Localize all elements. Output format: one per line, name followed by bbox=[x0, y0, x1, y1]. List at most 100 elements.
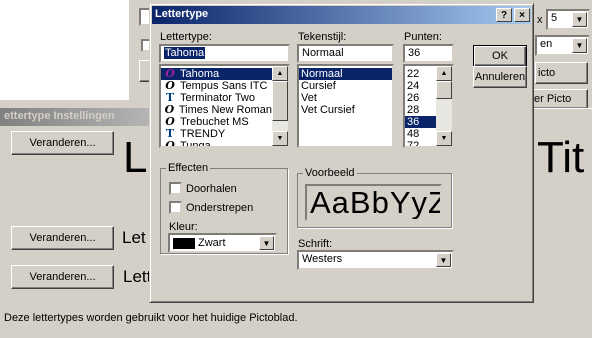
font-size-list[interactable]: 22 24 26 28 36 48 72 ▲ ▼ bbox=[403, 64, 454, 148]
strikeout-label: Doorhalen bbox=[186, 183, 237, 195]
script-value: Westers bbox=[302, 253, 343, 265]
font-list-item-label: TRENDY bbox=[180, 128, 226, 140]
subtitle-font-preview: Let bbox=[122, 228, 146, 247]
font-size-item[interactable]: 24 bbox=[405, 80, 436, 92]
scroll-down-icon[interactable]: ▼ bbox=[272, 131, 288, 146]
font-dialog-title: Lettertype bbox=[152, 6, 531, 24]
close-icon: × bbox=[519, 9, 525, 21]
scroll-up-icon[interactable]: ▲ bbox=[272, 66, 288, 81]
chevron-down-icon: ▼ bbox=[259, 236, 274, 250]
font-name-list[interactable]: O Tahoma O Tempus Sans ITC T Terminator Two O T… bbox=[159, 64, 290, 148]
close-button[interactable]: × bbox=[514, 8, 530, 22]
font-size-item[interactable]: 72 bbox=[405, 140, 436, 146]
font-name-input[interactable]: Tahoma bbox=[159, 44, 290, 63]
strikeout-checkbox[interactable] bbox=[169, 182, 182, 195]
font-list-item[interactable]: O Trebuchet MS bbox=[161, 116, 272, 128]
font-style-list[interactable]: Normaal Cursief Vet Vet Cursief bbox=[297, 64, 394, 148]
font-settings-title: ettertype Instellingen bbox=[0, 108, 150, 126]
font-size-item[interactable]: 48 bbox=[405, 128, 436, 140]
background-style-value: en bbox=[540, 38, 553, 50]
opentype-font-icon: O bbox=[165, 116, 175, 128]
change-button-label: Veranderen... bbox=[29, 137, 96, 149]
underline-label: Onderstrepen bbox=[186, 202, 254, 214]
change-subtitle-font-button[interactable]: Veranderen... bbox=[11, 226, 114, 250]
font-size-input[interactable]: 36 bbox=[403, 44, 454, 63]
font-list-scrollbar[interactable]: ▲ ▼ bbox=[272, 66, 288, 146]
sample-group-label: Voorbeeld bbox=[303, 167, 357, 179]
font-style-item[interactable]: Cursief bbox=[299, 80, 392, 92]
change-text-font-button[interactable]: Veranderen... bbox=[11, 265, 114, 289]
size-x-label: x bbox=[537, 14, 543, 26]
font-list-item[interactable]: O Tunga bbox=[161, 140, 272, 148]
font-list-item-label: Tahoma bbox=[180, 68, 220, 80]
script-label: Schrift: bbox=[298, 238, 333, 250]
color-value: Zwart bbox=[198, 237, 226, 249]
scroll-up-icon[interactable]: ▲ bbox=[436, 66, 452, 81]
color-swatch bbox=[173, 237, 195, 249]
font-list-item-label: Tunga bbox=[180, 140, 211, 148]
chevron-down-icon: ▼ bbox=[572, 12, 587, 27]
font-size-label: Punten: bbox=[404, 31, 442, 43]
ok-button[interactable]: OK bbox=[473, 45, 527, 67]
background-style-combo[interactable]: en ▼ bbox=[535, 35, 590, 56]
font-list-item-label: Times New Roman bbox=[178, 104, 272, 116]
scroll-down-icon[interactable]: ▼ bbox=[436, 131, 452, 146]
background-picto-button-2[interactable]: er Picto bbox=[531, 89, 588, 109]
font-size-item[interactable]: 36 bbox=[405, 116, 436, 128]
font-name-value: Tahoma bbox=[164, 47, 206, 59]
opentype-font-icon: O bbox=[165, 80, 175, 92]
scrollbar-thumb[interactable] bbox=[272, 81, 288, 121]
sample-text: AaBbYyZz bbox=[310, 184, 440, 220]
font-size-item[interactable]: 26 bbox=[405, 92, 436, 104]
font-style-item[interactable]: Vet bbox=[299, 92, 392, 104]
status-text: Deze lettertypes worden gebruikt voor he… bbox=[4, 312, 298, 324]
background-size-combo[interactable]: 5 ▼ bbox=[546, 9, 590, 30]
font-name-label: Lettertype: bbox=[160, 31, 212, 43]
change-button-label: Veranderen... bbox=[29, 271, 96, 283]
background-picto-button-label: icto bbox=[538, 67, 556, 79]
scrollbar-thumb[interactable] bbox=[436, 81, 452, 99]
sample-preview: AaBbYyZz bbox=[305, 184, 442, 221]
font-list-item-label: Trebuchet MS bbox=[180, 116, 249, 128]
cancel-button[interactable]: Annuleren bbox=[473, 66, 527, 88]
chevron-down-icon: ▼ bbox=[572, 38, 587, 53]
font-style-input[interactable]: Normaal bbox=[297, 44, 394, 63]
font-style-item[interactable]: Vet Cursief bbox=[299, 104, 392, 116]
font-style-item[interactable]: Normaal bbox=[299, 68, 392, 80]
size-list-scrollbar[interactable]: ▲ ▼ bbox=[436, 66, 452, 146]
font-list-item[interactable]: T Terminator Two bbox=[161, 92, 272, 104]
font-size-value: 36 bbox=[408, 47, 421, 59]
script-select[interactable]: Westers ▼ bbox=[297, 250, 454, 270]
text-font-preview: Lett bbox=[123, 267, 152, 286]
effects-group-label: Effecten bbox=[166, 162, 211, 174]
opentype-font-icon: O bbox=[165, 140, 175, 148]
underline-checkbox[interactable] bbox=[169, 201, 182, 214]
font-size-item[interactable]: 28 bbox=[405, 104, 436, 116]
font-style-value: Normaal bbox=[302, 47, 344, 59]
change-title-font-button[interactable]: Veranderen... bbox=[11, 131, 114, 155]
truetype-font-icon: T bbox=[165, 128, 175, 140]
change-button-label: Veranderen... bbox=[29, 232, 96, 244]
help-button[interactable]: ? bbox=[496, 8, 512, 22]
background-picto-button[interactable]: icto bbox=[535, 62, 588, 84]
font-list-item[interactable]: O Times New Roman bbox=[161, 104, 272, 116]
title-font-preview-right: Tit bbox=[537, 133, 585, 182]
font-list-item-label: Tempus Sans ITC bbox=[180, 80, 268, 92]
opentype-font-icon: O bbox=[165, 68, 175, 80]
font-list-item[interactable]: T TRENDY bbox=[161, 128, 272, 140]
font-list-item-label: Terminator Two bbox=[180, 92, 255, 104]
background-size-value: 5 bbox=[551, 12, 558, 24]
chevron-down-icon: ▼ bbox=[436, 253, 451, 267]
color-label: Kleur: bbox=[169, 221, 198, 233]
font-style-label: Tekenstijl: bbox=[298, 31, 347, 43]
cancel-button-label: Annuleren bbox=[474, 71, 526, 83]
ok-button-label: OK bbox=[492, 50, 508, 62]
color-select[interactable]: Zwart ▼ bbox=[168, 233, 277, 253]
truetype-font-icon: T bbox=[165, 92, 175, 104]
font-list-item[interactable]: O Tempus Sans ITC bbox=[161, 80, 272, 92]
font-list-item[interactable]: O Tahoma bbox=[161, 68, 272, 80]
font-size-item[interactable]: 22 bbox=[405, 68, 436, 80]
background-picto-button-2-label: er Picto bbox=[534, 93, 572, 105]
opentype-font-icon: O bbox=[164, 104, 175, 116]
help-icon: ? bbox=[500, 9, 508, 21]
